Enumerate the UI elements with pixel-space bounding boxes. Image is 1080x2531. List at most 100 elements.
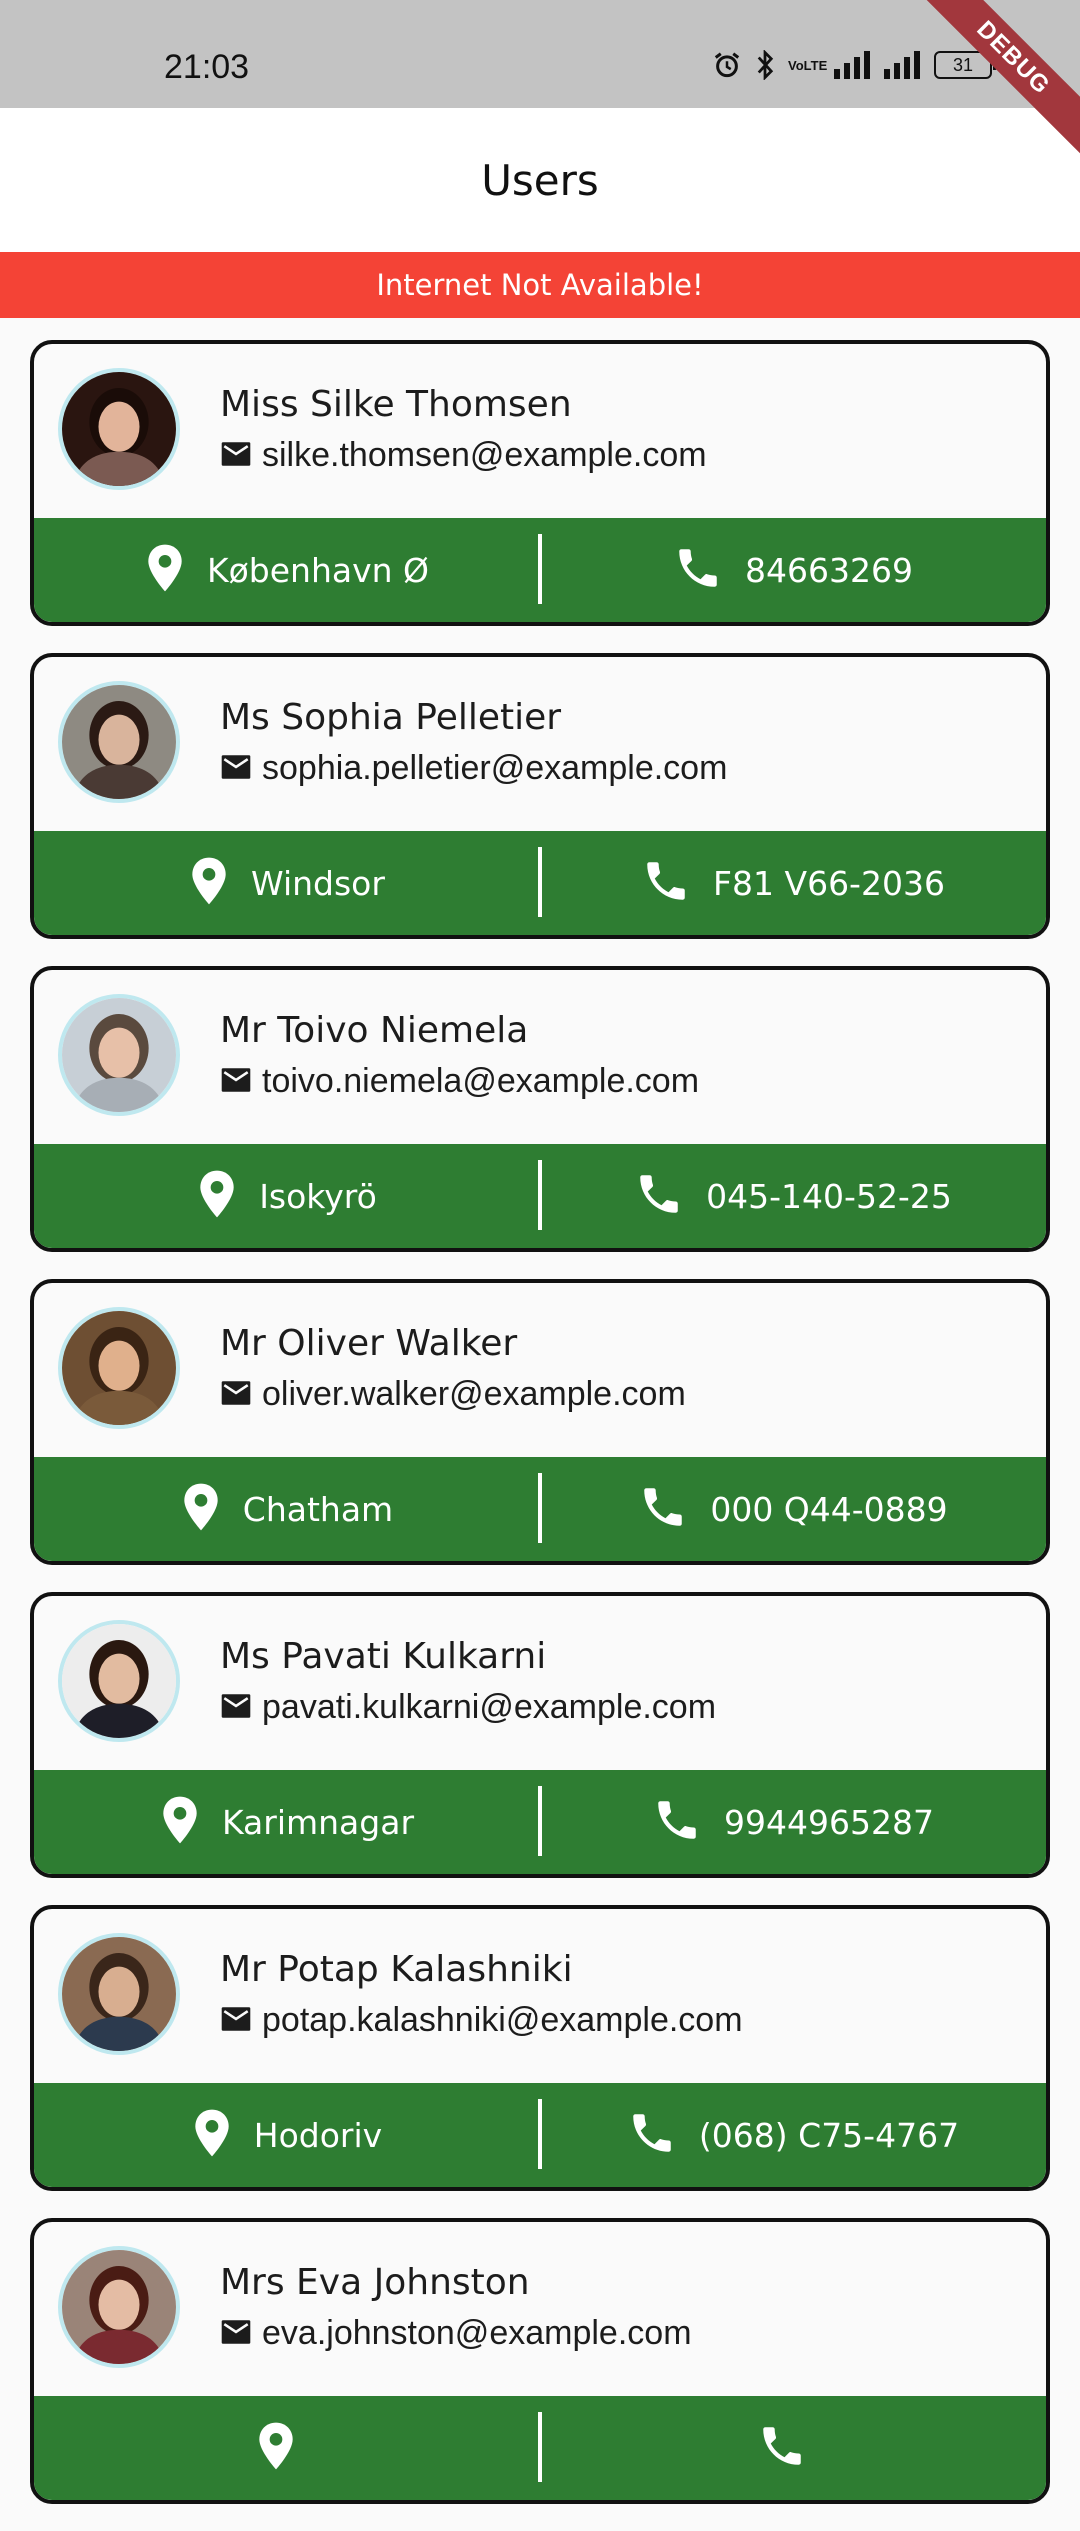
- location-section: Karimnagar: [34, 1770, 540, 1874]
- user-card[interactable]: Ms Sophia Pelletier sophia.pelletier@exa…: [30, 653, 1050, 939]
- user-name: Ms Pavati Kulkarni: [220, 1636, 547, 1677]
- phone-section[interactable]: [540, 2396, 1046, 2500]
- user-email: eva.johnston@example.com: [262, 2314, 692, 2352]
- user-email-row: pavati.kulkarni@example.com: [220, 1688, 716, 1727]
- user-phone: 000 Q44-0889: [710, 1489, 948, 1529]
- user-card[interactable]: Mr Toivo Niemela toivo.niemela@example.c…: [30, 966, 1050, 1252]
- phone-section[interactable]: 000 Q44-0889: [540, 1457, 1046, 1561]
- alarm-icon: [712, 50, 742, 80]
- avatar: [58, 681, 180, 803]
- phone-icon: [638, 1482, 688, 1536]
- user-name: Ms Sophia Pelletier: [220, 697, 562, 738]
- location-section: København Ø: [34, 518, 540, 622]
- card-header: Mr Toivo Niemela toivo.niemela@example.c…: [34, 970, 1046, 1144]
- user-name: Mrs Eva Johnston: [220, 2262, 530, 2303]
- user-phone: 9944965287: [724, 1802, 934, 1842]
- location-section: Isokyrö: [34, 1144, 540, 1248]
- mail-icon: [220, 1067, 252, 1097]
- mail-icon: [220, 441, 252, 471]
- card-header: Mr Potap Kalashniki potap.kalashniki@exa…: [34, 1909, 1046, 2083]
- app-bar: Users: [0, 108, 1080, 252]
- location-pin-icon: [256, 2421, 296, 2475]
- user-card[interactable]: Mr Oliver Walker oliver.walker@example.c…: [30, 1279, 1050, 1565]
- card-footer: Karimnagar 9944965287: [34, 1770, 1046, 1874]
- offline-banner: Internet Not Available!: [0, 252, 1080, 318]
- mail-icon: [220, 754, 252, 784]
- user-phone: F81 V66-2036: [713, 863, 945, 903]
- card-header: Mrs Eva Johnston eva.johnston@example.co…: [34, 2222, 1046, 2396]
- user-list: Miss Silke Thomsen silke.thomsen@example…: [30, 340, 1050, 2531]
- card-footer: København Ø 84663269: [34, 518, 1046, 622]
- card-footer: Hodoriv (068) C75-4767: [34, 2083, 1046, 2187]
- user-email-row: oliver.walker@example.com: [220, 1375, 686, 1414]
- phone-icon: [634, 1169, 684, 1223]
- card-header: Miss Silke Thomsen silke.thomsen@example…: [34, 344, 1046, 518]
- phone-section[interactable]: F81 V66-2036: [540, 831, 1046, 935]
- user-email-row: toivo.niemela@example.com: [220, 1062, 699, 1101]
- user-city: København Ø: [206, 550, 430, 590]
- mail-icon: [220, 2319, 252, 2349]
- page-title: Users: [481, 155, 599, 205]
- user-city: Karimnagar: [221, 1802, 415, 1842]
- avatar: [58, 1620, 180, 1742]
- user-email-row: eva.johnston@example.com: [220, 2314, 692, 2353]
- user-email-row: silke.thomsen@example.com: [220, 436, 707, 475]
- user-card[interactable]: Miss Silke Thomsen silke.thomsen@example…: [30, 340, 1050, 626]
- phone-icon: [627, 2108, 677, 2162]
- card-footer: Chatham 000 Q44-0889: [34, 1457, 1046, 1561]
- user-name: Miss Silke Thomsen: [220, 384, 572, 425]
- status-bar: 21:03 VoLTE 31: [0, 0, 1080, 108]
- user-email-row: sophia.pelletier@example.com: [220, 749, 727, 788]
- location-pin-icon: [189, 856, 229, 910]
- phone-icon: [673, 543, 723, 597]
- user-email: sophia.pelletier@example.com: [262, 749, 728, 787]
- user-card[interactable]: Ms Pavati Kulkarni pavati.kulkarni@examp…: [30, 1592, 1050, 1878]
- phone-section[interactable]: 045-140-52-25: [540, 1144, 1046, 1248]
- avatar-portrait: [62, 998, 176, 1112]
- card-footer: [34, 2396, 1046, 2500]
- user-phone: 84663269: [745, 550, 913, 590]
- user-card[interactable]: Mr Potap Kalashniki potap.kalashniki@exa…: [30, 1905, 1050, 2191]
- phone-icon: [641, 856, 691, 910]
- card-header: Mr Oliver Walker oliver.walker@example.c…: [34, 1283, 1046, 1457]
- location-section: Windsor: [34, 831, 540, 935]
- phone-section[interactable]: 9944965287: [540, 1770, 1046, 1874]
- phone-icon: [652, 1795, 702, 1849]
- card-header: Ms Sophia Pelletier sophia.pelletier@exa…: [34, 657, 1046, 831]
- user-card[interactable]: Mrs Eva Johnston eva.johnston@example.co…: [30, 2218, 1050, 2504]
- avatar: [58, 368, 180, 490]
- avatar-portrait: [62, 1624, 176, 1738]
- phone-section[interactable]: (068) C75-4767: [540, 2083, 1046, 2187]
- status-time: 21:03: [164, 48, 250, 86]
- user-name: Mr Toivo Niemela: [220, 1010, 529, 1051]
- user-email: oliver.walker@example.com: [262, 1375, 686, 1413]
- user-city: Windsor: [251, 863, 385, 903]
- status-icons: VoLTE 31: [712, 50, 997, 80]
- avatar-portrait: [62, 1311, 176, 1425]
- user-email: pavati.kulkarni@example.com: [262, 1688, 717, 1726]
- volte-icon: VoLTE: [788, 57, 828, 73]
- signal-icon-2: [884, 51, 922, 79]
- location-pin-icon: [145, 543, 185, 597]
- avatar-portrait: [62, 685, 176, 799]
- signal-icon-1: [834, 51, 872, 79]
- user-phone: 045-140-52-25: [706, 1176, 952, 1216]
- avatar: [58, 994, 180, 1116]
- user-email-row: potap.kalashniki@example.com: [220, 2001, 743, 2040]
- card-header: Ms Pavati Kulkarni pavati.kulkarni@examp…: [34, 1596, 1046, 1770]
- user-city: Isokyrö: [259, 1176, 377, 1216]
- location-pin-icon: [160, 1795, 200, 1849]
- avatar: [58, 2246, 180, 2368]
- location-section: Hodoriv: [34, 2083, 540, 2187]
- location-pin-icon: [192, 2108, 232, 2162]
- avatar-portrait: [62, 1937, 176, 2051]
- user-email: potap.kalashniki@example.com: [262, 2001, 743, 2039]
- card-footer: Windsor F81 V66-2036: [34, 831, 1046, 935]
- user-email: silke.thomsen@example.com: [262, 436, 707, 474]
- user-phone: (068) C75-4767: [698, 2115, 960, 2155]
- location-pin-icon: [181, 1482, 221, 1536]
- location-section: [34, 2396, 540, 2500]
- avatar-portrait: [62, 372, 176, 486]
- phone-icon: [757, 2421, 807, 2475]
- phone-section[interactable]: 84663269: [540, 518, 1046, 622]
